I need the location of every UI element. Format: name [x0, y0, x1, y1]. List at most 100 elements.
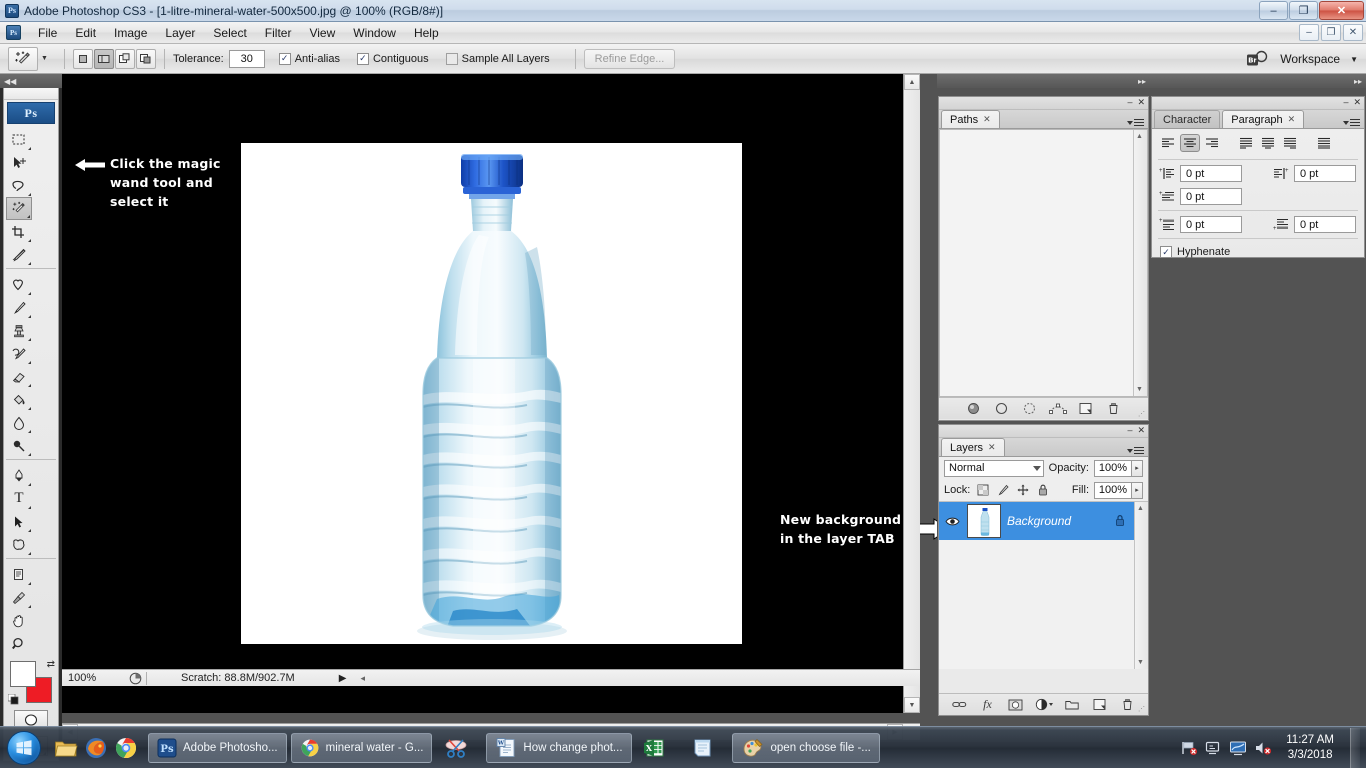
- menu-layer[interactable]: Layer: [156, 24, 204, 42]
- refine-edge-button[interactable]: Refine Edge...: [583, 48, 676, 69]
- paths-close-button[interactable]: ✕: [1137, 97, 1145, 108]
- paint-bucket-tool[interactable]: [6, 388, 32, 411]
- subtract-from-selection-button[interactable]: [114, 48, 135, 69]
- dodge-tool[interactable]: [6, 434, 32, 457]
- eyedropper-tool[interactable]: [6, 586, 32, 609]
- document-close-button[interactable]: ✕: [1343, 24, 1363, 41]
- menu-window[interactable]: Window: [344, 24, 405, 42]
- firefox-icon[interactable]: [84, 736, 108, 760]
- layers-vertical-scrollbar[interactable]: ▲ ▼: [1134, 502, 1148, 669]
- add-layer-mask-icon[interactable]: [1002, 695, 1030, 715]
- taskbar-item-word-document[interactable]: W How change phot...: [486, 732, 632, 763]
- opacity-input[interactable]: 100%: [1094, 459, 1132, 477]
- layers-panel-menu-button[interactable]: [1127, 447, 1144, 454]
- hyphenate-checkbox[interactable]: ✓: [1160, 246, 1172, 258]
- tab-paths-close-icon[interactable]: ✕: [983, 114, 991, 125]
- history-brush-tool[interactable]: [6, 342, 32, 365]
- new-selection-button[interactable]: [72, 48, 93, 69]
- tab-character[interactable]: Character: [1154, 110, 1221, 128]
- eraser-tool[interactable]: [6, 365, 32, 388]
- zoom-level-field[interactable]: 100%: [62, 672, 124, 684]
- image-canvas[interactable]: [241, 143, 742, 644]
- horizontal-type-tool[interactable]: T: [6, 487, 32, 510]
- layer-name[interactable]: Background: [1007, 514, 1071, 528]
- add-layer-style-icon[interactable]: fx: [974, 695, 1002, 715]
- canvas-background[interactable]: Click the magic wand tool and select it …: [62, 74, 950, 740]
- slice-tool[interactable]: [6, 243, 32, 266]
- paths-list[interactable]: ▲ ▼: [939, 129, 1148, 397]
- menu-file[interactable]: File: [29, 24, 66, 42]
- paths-vertical-scrollbar[interactable]: ▲ ▼: [1133, 130, 1147, 396]
- minimize-button[interactable]: –: [1259, 1, 1288, 20]
- tool-preset-chevron-down-icon[interactable]: ▼: [41, 55, 48, 62]
- layer-visibility-eye-icon[interactable]: [943, 516, 961, 527]
- magic-wand-tool[interactable]: [6, 197, 32, 220]
- default-colors-icon[interactable]: [8, 694, 19, 705]
- taskbar-item-excel[interactable]: X: [636, 733, 680, 763]
- foreground-color-swatch[interactable]: [10, 661, 36, 687]
- lock-transparent-pixels-icon[interactable]: [975, 483, 990, 498]
- layers-scroll-up-icon[interactable]: ▲: [1137, 505, 1144, 512]
- layers-scroll-down-icon[interactable]: ▼: [1137, 659, 1144, 666]
- create-new-path-icon[interactable]: [1072, 399, 1100, 419]
- layer-thumbnail[interactable]: [967, 504, 1001, 538]
- canvas-vertical-scrollbar[interactable]: ▲ ▼: [903, 74, 920, 713]
- layers-panel-title-row[interactable]: – ✕: [939, 425, 1148, 438]
- clone-stamp-tool[interactable]: [6, 319, 32, 342]
- move-tool[interactable]: [6, 151, 32, 174]
- status-play-icon[interactable]: ▶: [339, 673, 347, 684]
- pen-tool[interactable]: [6, 464, 32, 487]
- tab-layers-close-icon[interactable]: ✕: [988, 442, 996, 453]
- anti-alias-checkbox[interactable]: ✓: [278, 52, 291, 65]
- panel-resize-grip[interactable]: ⋰: [1138, 410, 1145, 418]
- contiguous-checkbox-group[interactable]: ✓ Contiguous: [356, 52, 434, 65]
- indent-left-margin-input[interactable]: 0 pt: [1180, 165, 1242, 182]
- load-path-as-selection-icon[interactable]: [1016, 399, 1044, 419]
- paths-panel-title-row[interactable]: – ✕: [939, 97, 1148, 110]
- menu-help[interactable]: Help: [405, 24, 448, 42]
- path-selection-tool[interactable]: [6, 510, 32, 533]
- action-center-icon[interactable]: [1205, 740, 1222, 756]
- layers-close-button[interactable]: ✕: [1137, 425, 1145, 436]
- tab-paragraph[interactable]: Paragraph ✕: [1222, 110, 1305, 128]
- start-button[interactable]: [2, 728, 46, 768]
- menu-filter[interactable]: Filter: [256, 24, 301, 42]
- document-sizes-icon[interactable]: [124, 672, 146, 685]
- intersect-with-selection-button[interactable]: [135, 48, 156, 69]
- dock-collapse-handle-right[interactable]: ▸▸: [1150, 74, 1366, 88]
- brush-tool[interactable]: [6, 296, 32, 319]
- paths-minimize-button[interactable]: –: [1127, 97, 1132, 108]
- delete-current-path-icon[interactable]: [1100, 399, 1128, 419]
- document-minimize-button[interactable]: –: [1299, 24, 1319, 41]
- blend-mode-select[interactable]: Normal: [944, 459, 1044, 477]
- workspace-label[interactable]: Workspace: [1280, 52, 1340, 66]
- close-button[interactable]: ✕: [1319, 1, 1364, 20]
- dock-collapse-handle-left[interactable]: ▸▸: [937, 74, 1150, 88]
- justify-last-centered-button[interactable]: [1258, 134, 1278, 152]
- paths-scroll-up-icon[interactable]: ▲: [1136, 133, 1143, 140]
- toolbox-drag-header[interactable]: [4, 88, 58, 100]
- paragraph-close-button[interactable]: ✕: [1353, 97, 1361, 108]
- menu-select[interactable]: Select: [204, 24, 255, 42]
- volume-muted-icon[interactable]: [1254, 740, 1272, 756]
- hand-tool[interactable]: [6, 609, 32, 632]
- fill-stepper[interactable]: ▸: [1132, 481, 1143, 499]
- make-work-path-from-selection-icon[interactable]: [1044, 399, 1072, 419]
- menu-view[interactable]: View: [300, 24, 344, 42]
- lock-all-icon[interactable]: [1035, 483, 1050, 498]
- sample-all-layers-checkbox[interactable]: [445, 52, 458, 65]
- justify-last-right-button[interactable]: [1280, 134, 1300, 152]
- network-flag-icon[interactable]: [1181, 740, 1198, 756]
- lock-position-icon[interactable]: [1015, 483, 1030, 498]
- paragraph-panel-title-row[interactable]: – ✕: [1152, 97, 1364, 110]
- toolbox-collapse-handle[interactable]: ◀◀: [0, 74, 62, 88]
- add-to-selection-button[interactable]: [93, 48, 114, 69]
- magic-wand-tool-icon[interactable]: [8, 46, 38, 71]
- tab-layers[interactable]: Layers ✕: [941, 438, 1005, 456]
- layers-minimize-button[interactable]: –: [1127, 425, 1132, 436]
- link-layers-icon[interactable]: [946, 695, 974, 715]
- scroll-up-arrow-icon[interactable]: ▲: [904, 74, 920, 90]
- fill-path-with-foreground-color-icon[interactable]: [960, 399, 988, 419]
- blur-tool[interactable]: [6, 411, 32, 434]
- scroll-down-arrow-icon[interactable]: ▼: [904, 697, 920, 713]
